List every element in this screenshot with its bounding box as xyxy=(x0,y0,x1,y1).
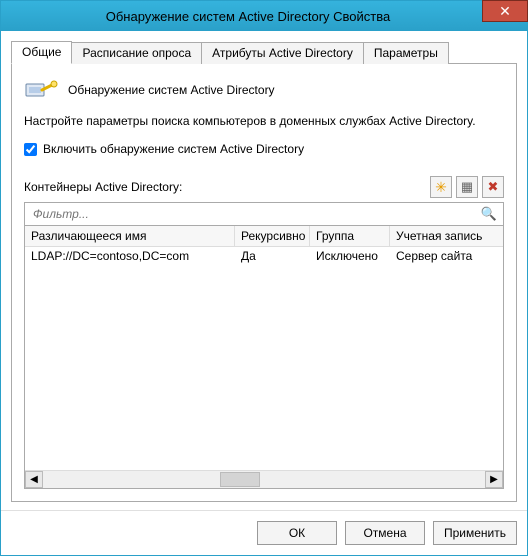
cell-dn: LDAP://DC=contoso,DC=com xyxy=(25,247,235,265)
ok-button[interactable]: ОК xyxy=(257,521,337,545)
cell-recursive: Да xyxy=(235,247,310,265)
panel-description: Настройте параметры поиска компьютеров в… xyxy=(24,114,504,128)
tab-label: Параметры xyxy=(374,46,438,60)
delete-icon: ✖ xyxy=(488,179,499,195)
scroll-track[interactable] xyxy=(43,471,485,488)
close-button[interactable]: ✕ xyxy=(482,0,528,22)
tabstrip: Общие Расписание опроса Атрибуты Active … xyxy=(11,39,517,63)
enable-label: Включить обнаружение систем Active Direc… xyxy=(43,142,304,156)
horizontal-scrollbar[interactable]: ◀ ▶ xyxy=(25,470,503,488)
client-area: Общие Расписание опроса Атрибуты Active … xyxy=(1,31,527,510)
window-title: Обнаружение систем Active Directory Свой… xyxy=(9,9,527,24)
enable-row: Включить обнаружение систем Active Direc… xyxy=(24,142,504,156)
col-group[interactable]: Группа xyxy=(310,226,390,246)
chevron-left-icon: ◀ xyxy=(30,474,38,485)
chevron-right-icon: ▶ xyxy=(490,474,498,485)
tab-panel-general: Обнаружение систем Active Directory Наст… xyxy=(11,63,517,502)
cancel-button[interactable]: Отмена xyxy=(345,521,425,545)
delete-container-button[interactable]: ✖ xyxy=(482,176,504,198)
col-account[interactable]: Учетная запись xyxy=(390,226,503,246)
tab-label: Атрибуты Active Directory xyxy=(212,46,353,60)
containers-toolbar: ✳ ▦ ✖ xyxy=(430,176,504,198)
tab-general[interactable]: Общие xyxy=(11,41,72,64)
edit-container-button[interactable]: ▦ xyxy=(456,176,478,198)
scroll-left-button[interactable]: ◀ xyxy=(25,471,43,488)
search-icon[interactable]: 🔍 xyxy=(481,206,497,222)
scroll-right-button[interactable]: ▶ xyxy=(485,471,503,488)
containers-label: Контейнеры Active Directory: xyxy=(24,180,182,194)
discovery-icon xyxy=(24,76,58,104)
col-recursive[interactable]: Рекурсивно xyxy=(235,226,310,246)
tab-schedule[interactable]: Расписание опроса xyxy=(71,42,202,64)
containers-header-row: Контейнеры Active Directory: ✳ ▦ ✖ xyxy=(24,176,504,198)
cell-account: Сервер сайта xyxy=(390,247,503,265)
tab-attributes[interactable]: Атрибуты Active Directory xyxy=(201,42,364,64)
filter-input[interactable] xyxy=(31,206,481,222)
close-icon: ✕ xyxy=(499,3,511,20)
dialog-button-row: ОК Отмена Применить xyxy=(1,510,527,555)
properties-icon: ▦ xyxy=(461,179,473,195)
scroll-thumb[interactable] xyxy=(220,472,260,487)
table-row[interactable]: LDAP://DC=contoso,DC=com Да Исключено Се… xyxy=(25,247,503,265)
grid-header: Различающееся имя Рекурсивно Группа Учет… xyxy=(25,226,503,247)
cell-group: Исключено xyxy=(310,247,390,265)
filter-box: 🔍 xyxy=(24,202,504,226)
panel-title: Обнаружение систем Active Directory xyxy=(68,83,275,97)
properties-dialog: Обнаружение систем Active Directory Свой… xyxy=(0,0,528,556)
new-container-button[interactable]: ✳ xyxy=(430,176,452,198)
apply-button[interactable]: Применить xyxy=(433,521,517,545)
tab-label: Расписание опроса xyxy=(82,46,191,60)
enable-checkbox[interactable] xyxy=(24,143,37,156)
containers-grid: Различающееся имя Рекурсивно Группа Учет… xyxy=(24,226,504,489)
titlebar[interactable]: Обнаружение систем Active Directory Свой… xyxy=(1,1,527,31)
tab-label: Общие xyxy=(22,45,61,59)
panel-header: Обнаружение систем Active Directory xyxy=(24,76,504,104)
grid-body[interactable]: LDAP://DC=contoso,DC=com Да Исключено Се… xyxy=(25,247,503,470)
starburst-icon: ✳ xyxy=(435,179,447,196)
tab-options[interactable]: Параметры xyxy=(363,42,449,64)
col-dn[interactable]: Различающееся имя xyxy=(25,226,235,246)
